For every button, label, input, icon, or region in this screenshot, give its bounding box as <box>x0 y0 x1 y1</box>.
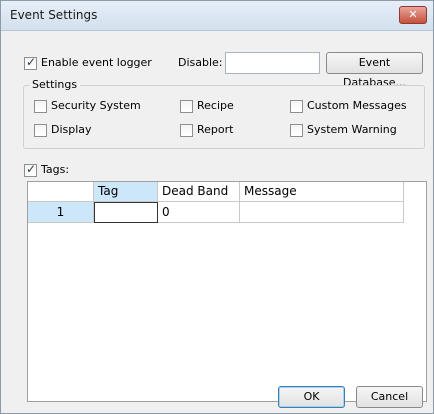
settings-group-title: Settings <box>29 78 81 91</box>
disable-input[interactable] <box>225 52 320 74</box>
system-warning-checkbox[interactable] <box>290 124 303 137</box>
grid-corner-header <box>28 182 94 202</box>
disable-label: Disable: <box>178 56 223 69</box>
column-header-message[interactable]: Message <box>240 182 404 202</box>
row-header-1[interactable]: 1 <box>28 202 94 223</box>
event-database-button[interactable]: Event Database... <box>326 52 423 89</box>
close-icon: ✕ <box>408 8 418 21</box>
window-title: Event Settings <box>10 8 98 22</box>
message-cell[interactable] <box>240 202 404 223</box>
recipe-label[interactable]: Recipe <box>197 99 234 112</box>
ok-button[interactable]: OK <box>278 386 345 408</box>
tags-grid[interactable]: Tag Name Dead Band Message 1 0 <box>27 181 427 402</box>
security-system-checkbox[interactable] <box>34 100 47 113</box>
custom-messages-checkbox[interactable] <box>290 100 303 113</box>
tag-name-cell[interactable] <box>94 202 158 223</box>
dead-band-cell[interactable]: 0 <box>158 202 240 223</box>
dialog-body: Enable event logger Disable: Event Datab… <box>1 32 433 413</box>
enable-event-logger-label[interactable]: Enable event logger <box>41 56 152 69</box>
custom-messages-label[interactable]: Custom Messages <box>307 99 407 112</box>
title-bar[interactable]: Event Settings ✕ <box>1 1 433 31</box>
system-warning-label[interactable]: System Warning <box>307 123 397 136</box>
display-label[interactable]: Display <box>51 123 92 136</box>
settings-groupbox <box>23 85 425 149</box>
tags-checkbox[interactable] <box>24 162 37 177</box>
cancel-button[interactable]: Cancel <box>356 386 423 408</box>
column-header-dead-band[interactable]: Dead Band <box>158 182 240 202</box>
close-button[interactable]: ✕ <box>399 6 427 24</box>
recipe-checkbox[interactable] <box>180 100 193 113</box>
column-header-tag-name[interactable]: Tag Name <box>94 182 158 217</box>
enable-event-logger-checkbox[interactable] <box>24 55 37 70</box>
report-label[interactable]: Report <box>197 123 233 136</box>
security-system-label[interactable]: Security System <box>51 99 141 112</box>
tags-label[interactable]: Tags: <box>41 163 69 176</box>
display-checkbox[interactable] <box>34 124 47 137</box>
event-settings-window: Event Settings ✕ Enable event logger Dis… <box>0 0 434 414</box>
report-checkbox[interactable] <box>180 124 193 137</box>
